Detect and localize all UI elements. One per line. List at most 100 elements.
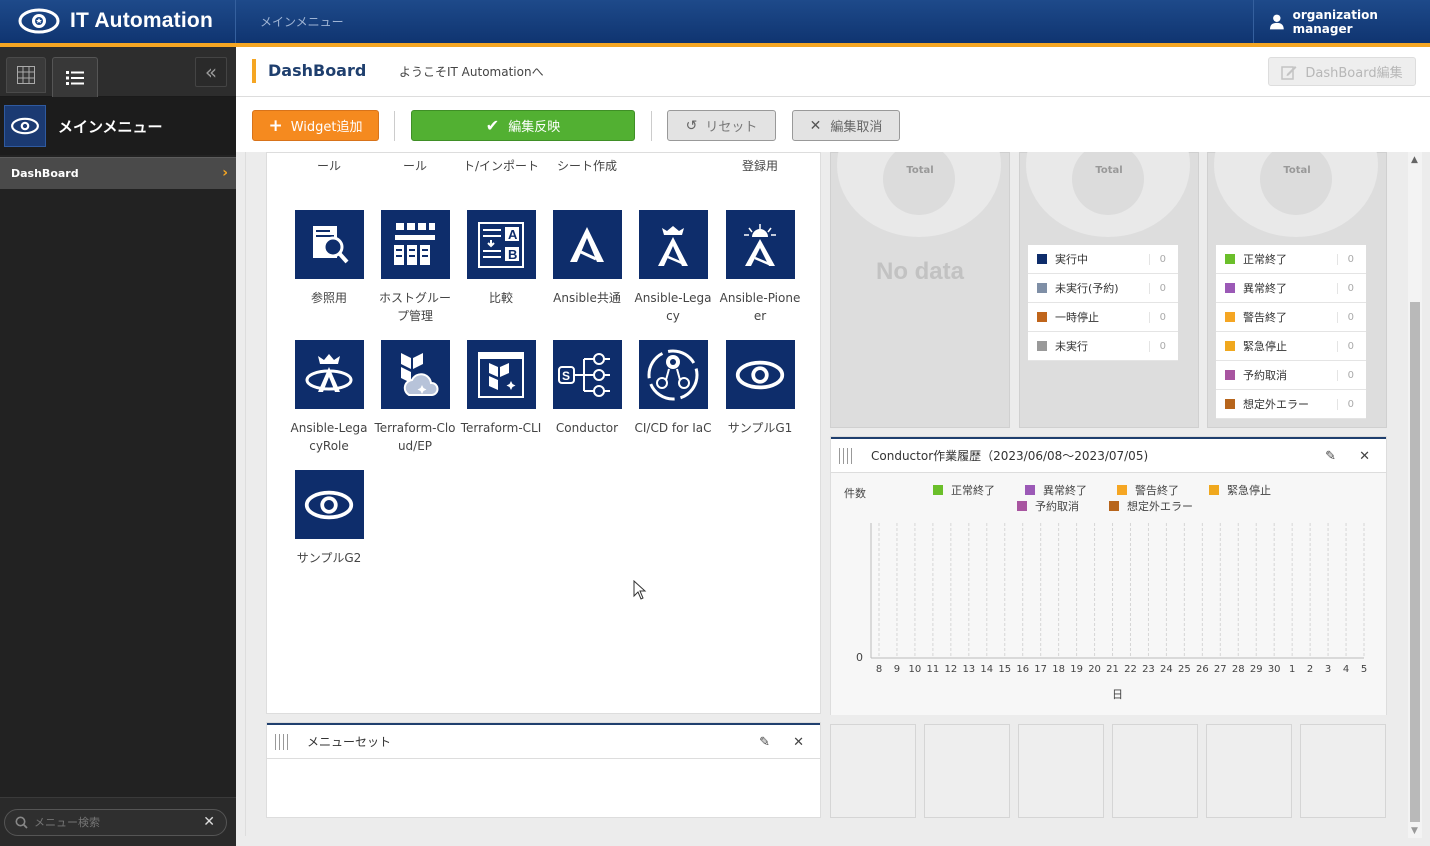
legend-label[interactable]: 緊急停止 — [1227, 483, 1271, 497]
legend-row[interactable]: 予約取消 0 — [1216, 361, 1366, 390]
menu-item-label[interactable]: ール — [286, 157, 372, 175]
x-tick-label: 3 — [1325, 664, 1331, 675]
search-icon — [15, 816, 28, 829]
empty-widget-slot[interactable] — [830, 724, 916, 818]
vertical-scrollbar[interactable]: ▲ ▼ — [1408, 152, 1422, 838]
cicd-icon — [638, 340, 708, 409]
legend-row[interactable]: 警告終了 0 — [1216, 303, 1366, 332]
ita-logo-icon — [4, 105, 46, 147]
menu-item-label[interactable]: ト/インポート — [458, 157, 544, 175]
menu-search-input[interactable] — [34, 816, 194, 829]
ansible-legacyrole-icon — [294, 340, 364, 409]
menu-item-label[interactable]: ール — [372, 157, 458, 175]
menu-item-label[interactable]: シート作成 — [544, 157, 630, 175]
scroll-up-icon[interactable]: ▲ — [1411, 155, 1418, 165]
terraform-cloud-icon — [380, 340, 450, 409]
empty-widget-slot[interactable] — [1112, 724, 1198, 818]
menu-item[interactable]: A B 比較 — [458, 210, 544, 307]
header-menu-label[interactable]: メインメニュー — [260, 13, 344, 30]
collapse-sidebar-button[interactable]: « — [195, 57, 227, 87]
legend-row[interactable]: 想定外エラー 0 — [1216, 390, 1366, 419]
menu-item[interactable]: サンプルG2 — [286, 470, 372, 567]
scroll-down-icon[interactable]: ▼ — [1411, 826, 1418, 836]
close-icon: ✕ — [809, 117, 822, 134]
empty-widget-slot[interactable] — [924, 724, 1010, 818]
menu-item[interactable]: Ansible-Pioneer — [717, 210, 803, 325]
drag-handle-icon[interactable] — [839, 447, 853, 464]
terraform-cli-icon — [466, 340, 536, 409]
x-tick-label: 24 — [1160, 664, 1173, 675]
x-tick-label: 19 — [1070, 664, 1083, 675]
add-widget-button[interactable]: + Widget追加 — [252, 110, 379, 141]
user-menu[interactable]: organization manager — [1253, 0, 1430, 43]
x-tick-label: 25 — [1178, 664, 1191, 675]
menu-item[interactable]: サンプルG1 — [717, 340, 803, 437]
grid-view-tab[interactable] — [6, 57, 46, 93]
cancel-edit-button[interactable]: ✕ 編集取消 — [792, 110, 900, 141]
menu-item[interactable]: Ansible共通 — [544, 210, 630, 307]
legend-row[interactable]: 異常終了 0 — [1216, 274, 1366, 303]
legend-label[interactable]: 予約取消 — [1035, 499, 1079, 513]
legend-row[interactable]: 一時停止 0 — [1028, 303, 1178, 332]
no-data-label: No data — [875, 258, 964, 285]
empty-widget-slot[interactable] — [1300, 724, 1386, 818]
menu-item[interactable]: ホストグループ管理 — [372, 210, 458, 325]
clear-search-icon[interactable]: ✕ — [203, 814, 215, 830]
legend-row[interactable]: 未実行(予約) 0 — [1028, 274, 1178, 303]
ansible-icon — [552, 210, 622, 279]
plus-icon: + — [268, 115, 283, 136]
legend-row[interactable]: 正常終了 0 — [1216, 245, 1366, 274]
app-header: IT Automation メインメニュー organization manag… — [0, 0, 1430, 44]
apply-edit-button[interactable]: ✔ 編集反映 — [411, 110, 635, 141]
empty-widget-slot[interactable] — [1018, 724, 1104, 818]
empty-widget-slot[interactable] — [1206, 724, 1292, 818]
legend-swatch — [1117, 485, 1127, 495]
menu-item[interactable]: Ansible-LegacyRole — [286, 340, 372, 455]
drag-handle-icon[interactable] — [275, 733, 289, 750]
main-menu-header[interactable]: メインメニュー — [0, 97, 236, 155]
menu-item[interactable]: S Conductor — [544, 340, 630, 437]
x-axis-label: 日 — [1112, 688, 1123, 701]
edit-widget-icon[interactable]: ✎ — [759, 735, 770, 750]
ita-logo-icon — [294, 470, 364, 539]
close-widget-icon[interactable]: ✕ — [793, 735, 804, 750]
legend-label[interactable]: 正常終了 — [951, 483, 995, 497]
conductor-history-widget: Conductor作業履歴（2023/06/08～2023/07/05) ✎ ✕… — [830, 436, 1387, 715]
menu-search[interactable]: ✕ — [4, 809, 227, 836]
magnifier-document-icon — [294, 210, 364, 279]
ita-logo-icon — [725, 340, 795, 409]
x-tick-label: 1 — [1289, 664, 1295, 675]
sidebar-item-label: DashBoard — [11, 167, 79, 180]
scrollbar-thumb[interactable] — [1410, 302, 1420, 822]
pie-legend: 正常終了 0 異常終了 0 警告終了 0 緊急停止 0 予約取消 0 想定外エラー 0 — [1216, 245, 1366, 419]
dashboard-edit-button[interactable]: DashBoard編集 — [1268, 57, 1416, 86]
x-tick-label: 16 — [1016, 664, 1029, 675]
close-widget-icon[interactable]: ✕ — [1359, 449, 1370, 464]
reset-button[interactable]: ↺ リセット — [667, 110, 776, 141]
x-tick-label: 9 — [894, 664, 900, 675]
menu-item[interactable]: 参照用 — [286, 210, 372, 307]
x-tick-label: 2 — [1307, 664, 1313, 675]
menu-item[interactable]: Terraform-Cloud/EP — [372, 340, 458, 455]
legend-row[interactable]: 未実行 0 — [1028, 332, 1178, 361]
menu-item[interactable]: Terraform-CLI — [458, 340, 544, 437]
double-chevron-left-icon: « — [204, 60, 218, 84]
y-tick-label: 0 — [856, 651, 863, 664]
x-tick-label: 5 — [1361, 664, 1367, 675]
legend-label[interactable]: 異常終了 — [1043, 483, 1087, 497]
edit-widget-icon[interactable]: ✎ — [1325, 449, 1336, 464]
x-tick-label: 4 — [1343, 664, 1349, 675]
legend-row[interactable]: 実行中 0 — [1028, 245, 1178, 274]
legend-row[interactable]: 緊急停止 0 — [1216, 332, 1366, 361]
app-logo[interactable]: IT Automation — [18, 5, 213, 37]
legend-label[interactable]: 想定外エラー — [1127, 499, 1193, 513]
sidebar-item-dashboard[interactable]: DashBoard › — [0, 157, 236, 189]
y-axis-label: 件数 — [844, 487, 866, 500]
list-view-tab[interactable] — [52, 57, 98, 97]
menu-item[interactable]: Ansible-Legacy — [630, 210, 716, 325]
x-tick-label: 22 — [1124, 664, 1137, 675]
x-tick-label: 11 — [927, 664, 940, 675]
legend-label[interactable]: 警告終了 — [1135, 483, 1179, 497]
menu-item[interactable]: CI/CD for IaC — [630, 340, 716, 437]
menu-item-label[interactable]: 登録用 — [717, 157, 803, 175]
